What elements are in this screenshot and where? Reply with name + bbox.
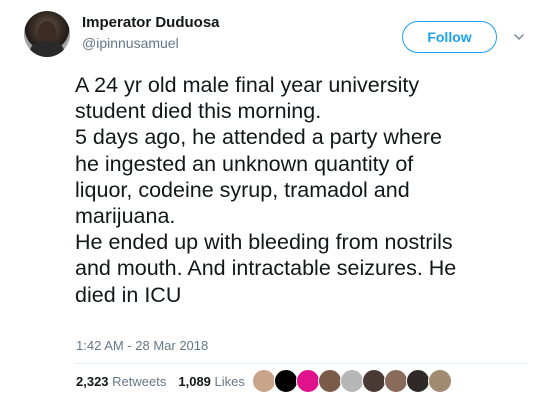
likers-avatars <box>252 369 452 393</box>
tweet-line: liquor, codeine syrup, tramadol and <box>75 177 410 202</box>
liker-avatar[interactable] <box>274 369 298 393</box>
liker-avatar[interactable] <box>318 369 342 393</box>
liker-avatar[interactable] <box>362 369 386 393</box>
chevron-down-icon[interactable] <box>512 30 526 44</box>
likes-label[interactable]: Likes <box>215 374 245 389</box>
tweet-line: marijuana. <box>75 204 176 229</box>
liker-avatar[interactable] <box>296 369 320 393</box>
tweet-stats: 2,323 Retweets 1,089 Likes <box>76 374 245 389</box>
avatar-face <box>38 21 56 43</box>
follow-button[interactable]: Follow <box>402 21 497 53</box>
liker-avatar[interactable] <box>428 369 452 393</box>
liker-avatar[interactable] <box>384 369 408 393</box>
likes-count[interactable]: 1,089 <box>178 374 211 389</box>
divider <box>76 363 528 364</box>
tweet-line: 5 days ago, he attended a party where <box>75 125 442 150</box>
author-avatar[interactable] <box>24 11 70 57</box>
liker-avatar[interactable] <box>252 369 276 393</box>
tweet-line: he ingested an unknown quantity of <box>75 151 414 176</box>
tweet-line: and mouth. And intractable seizures. He <box>75 256 457 281</box>
liker-avatar[interactable] <box>406 369 430 393</box>
tweet-line: died in ICU <box>75 282 182 307</box>
tweet-timestamp[interactable]: 1:42 AM - 28 Mar 2018 <box>76 338 208 353</box>
author-handle[interactable]: @ipinnusamuel <box>82 35 179 51</box>
tweet-line: A 24 yr old male final year university <box>75 73 420 97</box>
tweet-line: student died this morning. <box>75 99 322 124</box>
retweets-count[interactable]: 2,323 <box>76 374 109 389</box>
author-display-name[interactable]: Imperator Duduosa <box>82 14 220 31</box>
tweet-text: A 24 yr old male final year university s… <box>75 72 535 308</box>
liker-avatar[interactable] <box>340 369 364 393</box>
retweets-label[interactable]: Retweets <box>112 374 166 389</box>
avatar-body <box>30 41 64 57</box>
tweet-line: He ended up with bleeding from nostrils <box>75 230 453 255</box>
